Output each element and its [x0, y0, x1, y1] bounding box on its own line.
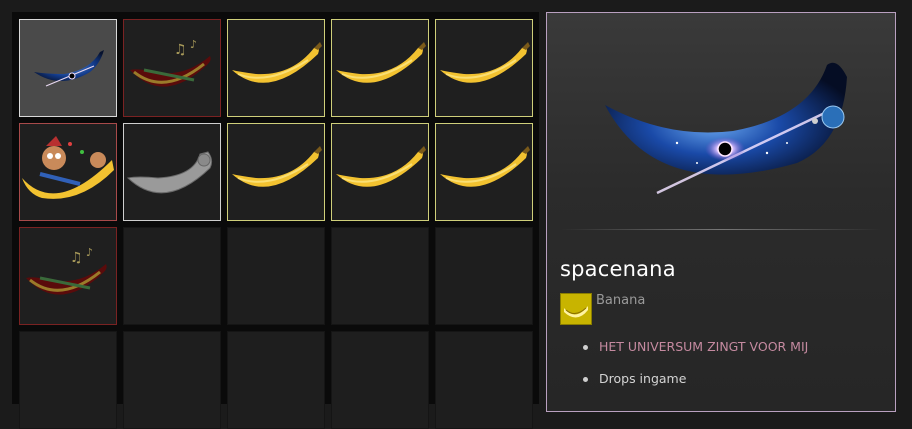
svg-text:♫: ♫ — [70, 250, 83, 266]
banana-icon — [440, 42, 530, 83]
item-tags: HET UNIVERSUM ZINGT VOOR MIJ Drops ingam… — [547, 339, 808, 403]
item-name: spacenana — [560, 257, 676, 281]
inventory-slot-empty — [123, 331, 221, 429]
inventory-slot-grey-banana[interactable] — [123, 123, 221, 221]
svg-text:♪: ♪ — [190, 38, 197, 51]
inventory-slot-banana[interactable] — [227, 19, 325, 117]
banana-icon — [336, 146, 426, 187]
inventory-grid: ♫ ♪ ♫ ♪ — [12, 12, 539, 429]
music-banana-icon: ♫ ♪ — [26, 246, 107, 295]
game-name-link[interactable]: Banana — [596, 293, 645, 308]
inventory-slot-empty — [123, 227, 221, 325]
inventory-slot-banana[interactable] — [435, 123, 533, 221]
inventory-slot-music-banana[interactable]: ♫ ♪ — [19, 227, 117, 325]
tag-description: HET UNIVERSUM ZINGT VOOR MIJ — [547, 339, 808, 371]
inventory-slot-spacenana[interactable] — [19, 19, 117, 117]
inventory-slot-empty — [227, 227, 325, 325]
inventory-slot-empty — [435, 227, 533, 325]
banana-icon — [232, 146, 322, 187]
item-image-space-banana — [605, 62, 847, 195]
inventory-slot-banana[interactable] — [227, 123, 325, 221]
inventory-slot-banana[interactable] — [331, 19, 429, 117]
separator — [561, 229, 881, 230]
inventory-slot-music-banana[interactable]: ♫ ♪ — [123, 19, 221, 117]
inventory-slot-empty — [435, 331, 533, 429]
banana-game-icon — [560, 293, 592, 325]
inventory-slot-banana[interactable] — [435, 19, 533, 117]
banana-icon — [336, 42, 426, 83]
music-banana-icon: ♫ ♪ — [130, 38, 211, 87]
banana-icon — [232, 42, 322, 83]
inventory-slot-party-banana[interactable] — [19, 123, 117, 221]
party-banana-icon — [22, 136, 114, 199]
inventory-slot-banana[interactable] — [331, 123, 429, 221]
space-banana-icon — [34, 50, 104, 87]
item-detail-panel: spacenana Banana HET UNIVERSUM ZINGT VOO… — [546, 12, 896, 412]
inventory-slot-empty — [331, 331, 429, 429]
grey-banana-icon — [126, 151, 213, 194]
banana-icon — [440, 146, 530, 187]
svg-text:♪: ♪ — [86, 246, 93, 259]
inventory-slot-empty — [227, 331, 325, 429]
svg-text:♫: ♫ — [174, 42, 187, 58]
inventory-slot-empty — [331, 227, 429, 325]
inventory-slot-empty — [19, 331, 117, 429]
tag-drops-ingame: Drops ingame — [547, 371, 808, 403]
